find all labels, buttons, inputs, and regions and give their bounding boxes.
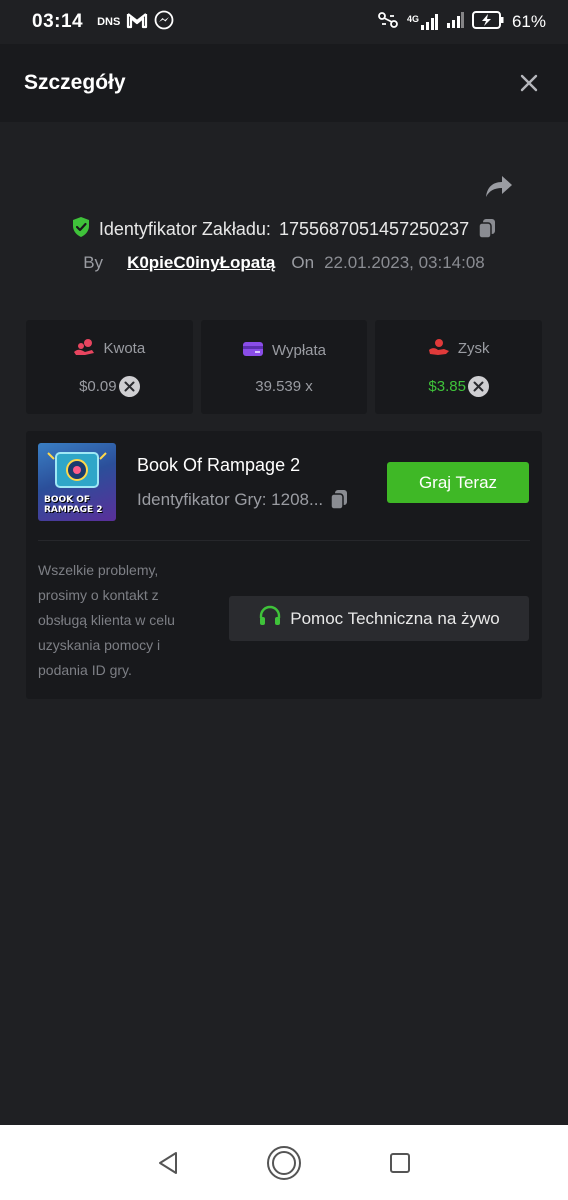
verified-shield-icon <box>71 216 91 243</box>
system-nav-bar <box>0 1125 568 1200</box>
username-link[interactable]: K0pieC0inyŁopatą <box>127 253 275 273</box>
stat-profit-value: $3.85 <box>428 377 466 395</box>
bet-id-label: Identyfikator Zakładu: <box>98 218 271 239</box>
copy-icon <box>330 490 348 510</box>
messenger-icon <box>154 10 174 35</box>
game-thumbnail-caption: BOOK OF RAMPAGE 2 <box>44 495 103 515</box>
dns-icon: DNS <box>97 16 121 28</box>
stat-profit-label: Zysk <box>457 340 490 357</box>
divider <box>38 540 530 541</box>
stat-amount-value-row: $0.09 <box>79 375 140 397</box>
page-title: Szczegóły <box>24 71 126 94</box>
stat-amount-value: $0.09 <box>79 377 117 395</box>
stat-payout-header: Wypłata <box>242 340 326 362</box>
status-time: 03:14 <box>32 11 84 32</box>
live-support-button[interactable]: Pomoc Techniczna na żywo <box>229 596 529 641</box>
nav-home-button[interactable] <box>264 1143 304 1183</box>
battery-charging-icon <box>471 10 504 34</box>
game-title: Book Of Rampage 2 <box>137 455 301 475</box>
status-bar: 03:14 DNS 4G 61% <box>0 0 568 44</box>
close-button[interactable] <box>514 68 544 98</box>
support-help-text: Wszelkie problemy, prosimy o kontakt z o… <box>38 562 175 678</box>
hotspot-icon <box>377 11 399 34</box>
game-id: Identyfikator Gry: 1208... <box>137 490 324 509</box>
nav-recents-button[interactable] <box>380 1143 420 1183</box>
stat-payout: Wypłata 39.539 x <box>200 320 368 414</box>
bet-author-row: By K0pieC0inyŁopatą On 22.01.2023, 03:14… <box>0 248 568 278</box>
stat-amount-label: Kwota <box>103 340 146 357</box>
stat-profit: Zysk $3.85 <box>375 320 543 414</box>
stat-payout-label: Wypłata <box>271 342 327 359</box>
coins-icon <box>73 338 95 360</box>
copy-game-id-button[interactable] <box>329 489 349 511</box>
on-label: On <box>291 253 315 272</box>
game-card: BOOK OF RAMPAGE 2 Book Of Rampage 2 Iden… <box>26 431 542 699</box>
details-header: Szczegóły <box>0 44 568 122</box>
headset-icon <box>258 605 282 632</box>
bet-details: Identyfikator Zakładu: 17556870514572502… <box>0 122 568 1125</box>
back-triangle-icon <box>159 1151 177 1174</box>
stat-amount-header: Kwota <box>73 338 145 360</box>
live-support-label: Pomoc Techniczna na żywo <box>290 608 500 628</box>
nav-back-button[interactable] <box>148 1143 188 1183</box>
by-label: By <box>83 253 104 272</box>
signal-4g-icon: 4G <box>407 14 438 30</box>
play-now-button[interactable]: Graj Teraz <box>387 462 529 503</box>
card-icon <box>242 340 264 362</box>
signal-icon <box>446 11 464 33</box>
stat-payout-value: 39.539 x <box>255 377 313 395</box>
gmail-icon <box>126 11 148 34</box>
close-icon <box>520 74 538 92</box>
copy-bet-id-button[interactable] <box>477 218 497 240</box>
bet-stats: Kwota $0.09 Wypłata 39.539 x Zysk $3.85 <box>26 320 543 414</box>
recents-square-icon <box>390 1152 410 1173</box>
game-thumbnail[interactable]: BOOK OF RAMPAGE 2 <box>38 443 116 521</box>
network-type-label: 4G <box>406 14 419 24</box>
bet-id-value: 1755687051457250237 <box>278 218 470 239</box>
stat-profit-header: Zysk <box>428 338 490 360</box>
copy-icon <box>478 219 496 239</box>
game-id-row: Identyfikator Gry: 1208... <box>137 489 377 511</box>
home-circle-icon <box>267 1145 301 1180</box>
battery-percent: 61% <box>511 12 546 31</box>
bet-id-row: Identyfikator Zakładu: 17556870514572502… <box>0 214 568 244</box>
status-system-icons: 4G 61% <box>377 10 546 34</box>
stat-profit-value-row: $3.85 <box>428 375 489 397</box>
share-icon <box>486 176 512 197</box>
bet-date: 22.01.2023, 03:14:08 <box>324 253 485 272</box>
stat-payout-value-row: 39.539 x <box>255 378 313 395</box>
stat-amount: Kwota $0.09 <box>26 320 193 414</box>
share-button[interactable] <box>484 174 518 204</box>
currency-coin-icon <box>118 375 140 397</box>
currency-coin-icon <box>467 375 489 397</box>
hand-coin-icon <box>428 338 450 360</box>
status-notification-icons: DNS <box>97 10 174 35</box>
